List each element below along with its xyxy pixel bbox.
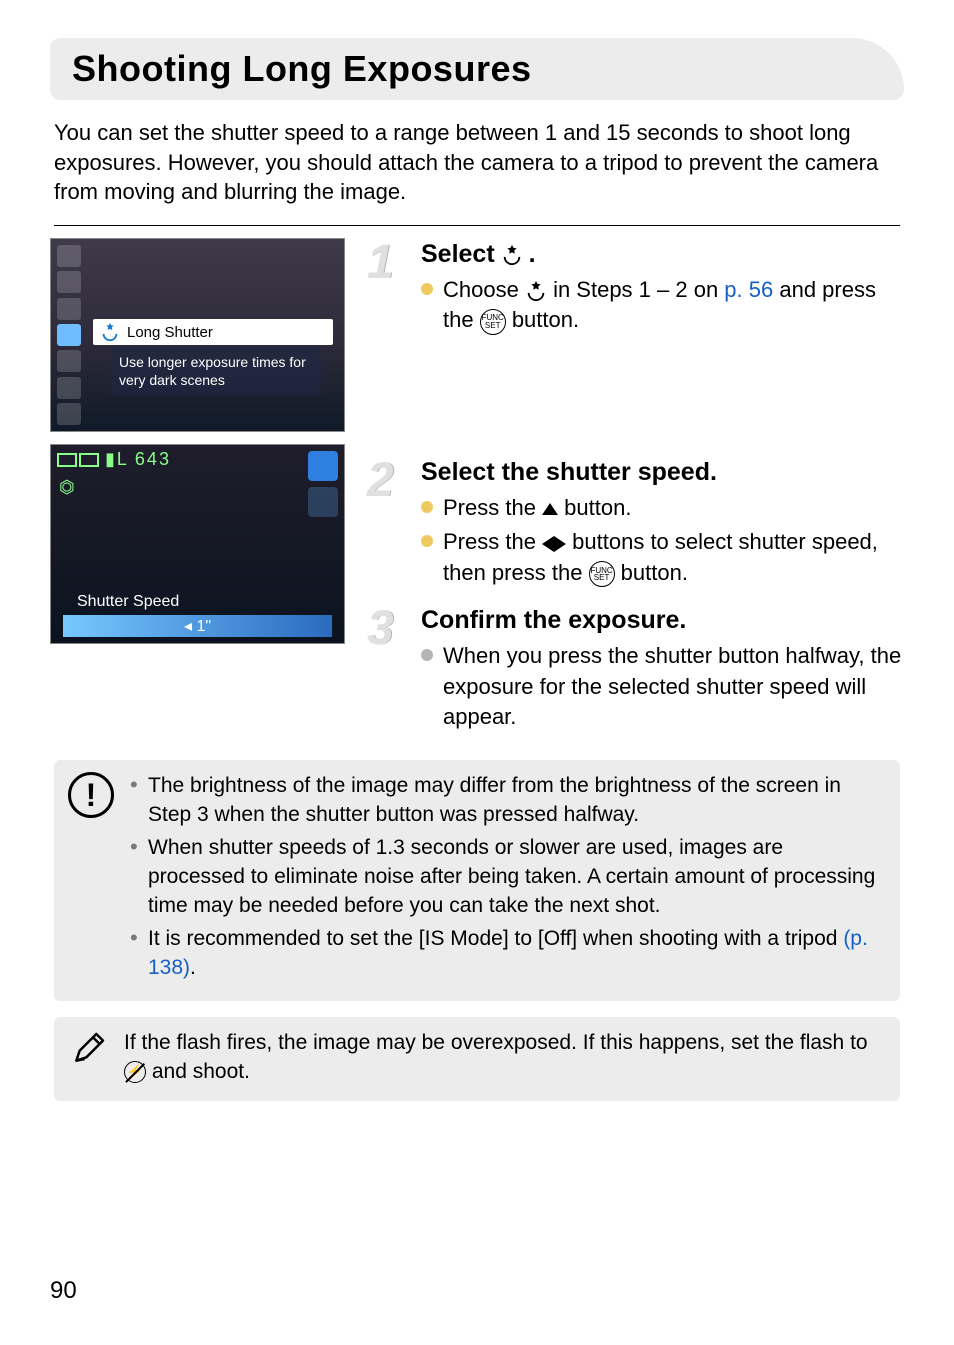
step-number-3: 3 xyxy=(367,606,407,732)
tip-callout: If the flash fires, the image may be ove… xyxy=(54,1017,900,1101)
bullet-icon xyxy=(421,501,433,513)
intro-paragraph: You can set the shutter speed to a range… xyxy=(54,118,900,207)
screenshot-mode-menu: Long Shutter Use longer exposure times f… xyxy=(50,238,345,432)
step-3-title: Confirm the exposure. xyxy=(421,606,904,635)
warning-callout: ! The brightness of the image may differ… xyxy=(54,760,900,1001)
long-shutter-icon xyxy=(99,321,121,343)
flash-off-icon: ⚡ xyxy=(124,1061,146,1083)
shutter-speed-label: Shutter Speed xyxy=(77,593,179,611)
step-2-bullet-2: Press the buttons to select shutter spee… xyxy=(421,527,904,588)
func-set-button-icon: FUNCSET xyxy=(480,309,506,335)
shot-counter: ▮L 643 xyxy=(57,449,171,470)
content-row: Long Shutter Use longer exposure times f… xyxy=(50,238,904,750)
section-title-bar: Shooting Long Exposures xyxy=(50,38,904,100)
section-divider xyxy=(54,225,900,226)
remaining-shots: 643 xyxy=(135,449,171,470)
lock-icon: ⏣ xyxy=(59,477,75,498)
func-set-button-icon: FUNCSET xyxy=(589,561,615,587)
long-shutter-icon xyxy=(525,280,547,302)
step-2-title: Select the shutter speed. xyxy=(421,458,904,487)
bullet-icon xyxy=(421,535,433,547)
mode-description: Use longer exposure times for very dark … xyxy=(111,347,321,395)
long-shutter-icon xyxy=(501,244,523,266)
mode-selected-row: Long Shutter xyxy=(93,319,333,345)
bullet-icon xyxy=(421,283,433,295)
note-icon xyxy=(68,1029,108,1087)
step-1: 1 Select . Choose in Steps 1 – 2 on p. 5… xyxy=(367,240,904,440)
step-3-bullet: When you press the shutter button halfwa… xyxy=(421,641,904,732)
left-right-arrow-icon xyxy=(542,536,566,552)
step-1-title: Select . xyxy=(421,240,904,269)
screenshot-column: Long Shutter Use longer exposure times f… xyxy=(50,238,345,750)
shutter-speed-value: 1" xyxy=(184,616,211,636)
screenshot-shutter-speed: ▮L 643 ⏣ Shutter Speed 1" xyxy=(50,444,345,644)
mode-side-icons xyxy=(57,245,87,425)
shutter-speed-bar: 1" xyxy=(63,615,332,637)
warning-item: When shutter speeds of 1.3 seconds or sl… xyxy=(130,834,882,921)
warning-item: It is recommended to set the [IS Mode] t… xyxy=(130,925,882,983)
tip-text: If the flash fires, the image may be ove… xyxy=(124,1029,882,1087)
page-number: 90 xyxy=(50,1277,77,1305)
step-number-2: 2 xyxy=(367,458,407,588)
step-2-bullet-1: Press the button. xyxy=(421,493,904,523)
up-arrow-icon xyxy=(542,503,558,515)
mode-label: Long Shutter xyxy=(127,324,213,341)
bullet-icon xyxy=(421,649,433,661)
warning-icon: ! xyxy=(68,772,114,818)
mode-indicators xyxy=(308,451,338,517)
steps-column: 1 Select . Choose in Steps 1 – 2 on p. 5… xyxy=(367,238,904,750)
warning-item: The brightness of the image may differ f… xyxy=(130,772,882,830)
section-title: Shooting Long Exposures xyxy=(72,48,882,90)
step-1-bullet: Choose in Steps 1 – 2 on p. 56 and press… xyxy=(421,275,904,336)
step-number-1: 1 xyxy=(367,240,407,440)
warning-list: The brightness of the image may differ f… xyxy=(130,772,882,983)
step-2: 2 Select the shutter speed. Press the bu… xyxy=(367,458,904,588)
page-link-56[interactable]: p. 56 xyxy=(724,277,773,302)
step-3: 3 Confirm the exposure. When you press t… xyxy=(367,606,904,732)
